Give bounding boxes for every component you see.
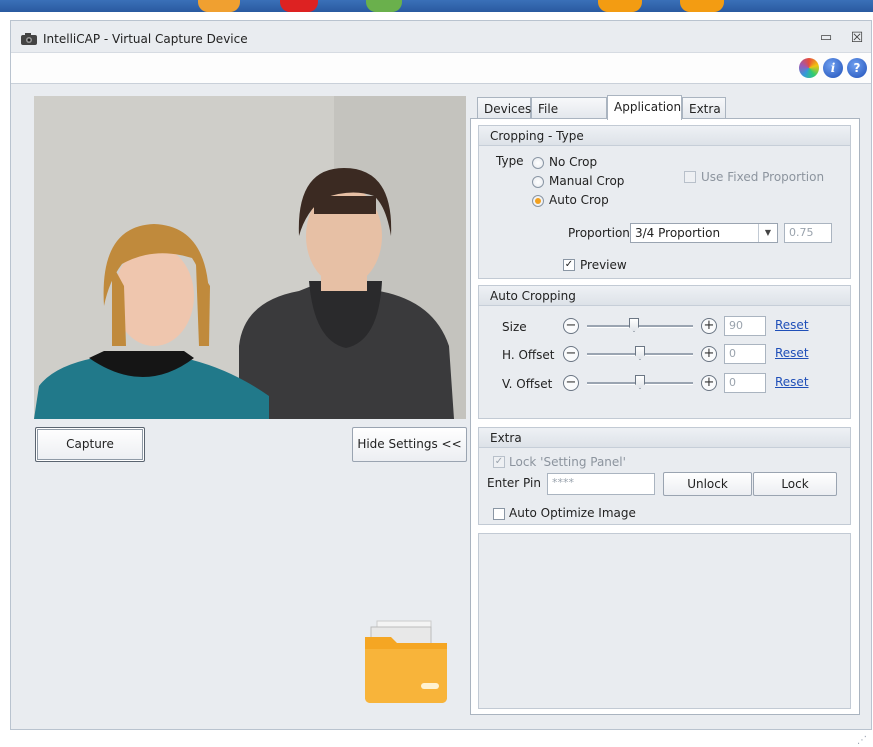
group-header: Extra — [479, 428, 850, 448]
group-header: Cropping - Type — [479, 126, 850, 146]
enter-pin-label: Enter Pin — [487, 476, 541, 490]
use-fixed-proportion-label: Use Fixed Proportion — [701, 170, 825, 184]
auto-crop-radio[interactable] — [532, 195, 544, 207]
folder-icon[interactable] — [361, 619, 451, 705]
app-window: IntelliCAP - Virtual Capture Device ▭ ☒ … — [10, 20, 872, 746]
title-bar[interactable]: IntelliCAP - Virtual Capture Device ▭ ☒ — [11, 21, 871, 53]
v-offset-slider-thumb[interactable] — [635, 375, 645, 389]
preview-checkbox[interactable]: ✓ — [563, 259, 575, 271]
v-offset-decrease-button[interactable]: − — [563, 375, 579, 391]
h-offset-reset-link[interactable]: Reset — [775, 346, 809, 360]
extra-group: Extra ✓ Lock 'Setting Panel' Enter Pin *… — [478, 427, 851, 525]
size-slider[interactable] — [587, 325, 693, 328]
h-offset-increase-button[interactable]: + — [701, 346, 717, 362]
manual-crop-label: Manual Crop — [549, 174, 625, 188]
no-crop-label: No Crop — [549, 155, 598, 169]
minimize-button[interactable]: ▭ — [819, 31, 833, 45]
h-offset-label: H. Offset — [502, 348, 555, 362]
desktop-icon — [280, 0, 318, 12]
group-header: Auto Cropping — [479, 286, 850, 306]
cropping-type-group: Cropping - Type Type No Crop Manual Crop… — [478, 125, 851, 279]
use-fixed-proportion-checkbox[interactable] — [684, 171, 696, 183]
toolbar: i ? — [11, 52, 871, 84]
lock-setting-panel-label: Lock 'Setting Panel' — [509, 455, 626, 469]
desktop-icon — [366, 0, 402, 12]
manual-crop-radio[interactable] — [532, 176, 544, 188]
type-label: Type — [496, 154, 524, 168]
h-offset-slider-thumb[interactable] — [635, 346, 645, 360]
v-offset-value-field[interactable]: 0 — [724, 373, 766, 393]
proportion-number-field[interactable]: 0.75 — [784, 223, 832, 243]
v-offset-label: V. Offset — [502, 377, 553, 391]
settings-panel: Cropping - Type Type No Crop Manual Crop… — [470, 118, 860, 715]
pin-input[interactable]: **** — [547, 473, 655, 495]
desktop-icon — [598, 0, 642, 12]
auto-optimize-label: Auto Optimize Image — [509, 506, 636, 520]
size-reset-link[interactable]: Reset — [775, 318, 809, 332]
info-icon[interactable]: i — [823, 58, 843, 78]
size-increase-button[interactable]: + — [701, 318, 717, 334]
camera-preview — [34, 96, 466, 419]
unlock-button[interactable]: Unlock — [663, 472, 752, 496]
empty-panel — [478, 533, 851, 709]
desktop-background — [0, 0, 873, 12]
window-title: IntelliCAP - Virtual Capture Device — [43, 32, 248, 46]
h-offset-decrease-button[interactable]: − — [563, 346, 579, 362]
resize-grip-icon[interactable]: ⋰ — [857, 735, 869, 747]
desktop-icon — [680, 0, 724, 12]
camera-icon — [21, 33, 37, 45]
tab-extra[interactable]: Extra — [682, 97, 726, 119]
proportion-label: Proportion — [568, 226, 630, 240]
size-label: Size — [502, 320, 527, 334]
proportion-select[interactable]: 3/4 Proportion ▼ — [630, 223, 778, 243]
proportion-select-value: 3/4 Proportion — [635, 226, 721, 240]
close-button[interactable]: ☒ — [849, 30, 865, 46]
lock-button[interactable]: Lock — [753, 472, 837, 496]
size-decrease-button[interactable]: − — [563, 318, 579, 334]
color-wheel-icon[interactable] — [799, 58, 819, 78]
hide-settings-button[interactable]: Hide Settings << — [352, 427, 467, 462]
size-slider-thumb[interactable] — [629, 318, 639, 332]
auto-cropping-group: Auto Cropping Size − + 90 Reset H. Offse… — [478, 285, 851, 419]
help-icon[interactable]: ? — [847, 58, 867, 78]
capture-button[interactable]: Capture — [35, 427, 145, 462]
desktop-icon — [198, 0, 240, 12]
preview-label: Preview — [580, 258, 627, 272]
preview-image — [34, 96, 466, 419]
tab-application[interactable]: Application — [607, 95, 682, 120]
no-crop-radio[interactable] — [532, 157, 544, 169]
v-offset-increase-button[interactable]: + — [701, 375, 717, 391]
tab-devices[interactable]: Devices — [477, 97, 531, 119]
lock-setting-panel-checkbox[interactable]: ✓ — [493, 456, 505, 468]
auto-crop-label: Auto Crop — [549, 193, 609, 207]
tab-file-settings[interactable]: File Settings — [531, 97, 607, 138]
h-offset-value-field[interactable]: 0 — [724, 344, 766, 364]
chevron-down-icon: ▼ — [758, 224, 777, 242]
size-value-field[interactable]: 90 — [724, 316, 766, 336]
auto-optimize-checkbox[interactable] — [493, 508, 505, 520]
v-offset-reset-link[interactable]: Reset — [775, 375, 809, 389]
